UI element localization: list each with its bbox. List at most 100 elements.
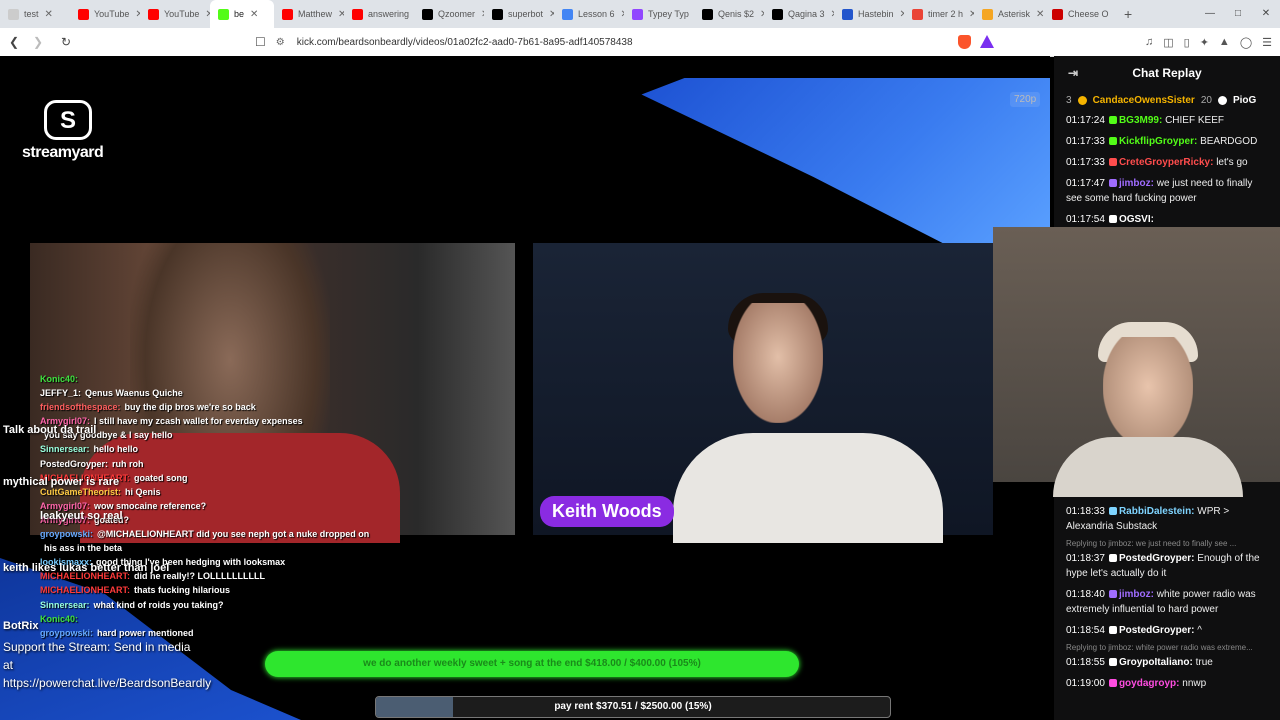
tab-close-icon[interactable]: ✕ bbox=[250, 9, 258, 20]
camera-feed-right bbox=[993, 227, 1280, 497]
back-icon[interactable]: ❮ bbox=[4, 35, 24, 49]
browser-tab[interactable]: Cheese O✕ bbox=[1044, 0, 1114, 28]
browser-tab[interactable]: Typey Typ✕ bbox=[624, 0, 694, 28]
browser-tab[interactable]: Asterisk ✕ bbox=[974, 0, 1044, 28]
tab-label: answering bbox=[368, 9, 410, 19]
browser-tab[interactable]: YouTube ✕ bbox=[70, 0, 140, 28]
goal-bar: we do another weekly sweet + song at the… bbox=[265, 651, 799, 677]
close-window-icon[interactable]: ✕ bbox=[1252, 0, 1280, 28]
tab-favicon-icon bbox=[562, 8, 573, 20]
browser-tab[interactable]: test ✕ bbox=[0, 0, 70, 28]
browser-tab[interactable]: Qagina 3✕ bbox=[764, 0, 834, 28]
pinned-bar[interactable]: 3 CandaceOwensSister 20 PioG bbox=[1054, 90, 1280, 110]
message-username[interactable]: PostedGroyper: bbox=[1119, 625, 1195, 636]
tab-favicon-icon bbox=[912, 8, 923, 20]
wallet-icon[interactable]: ▯ bbox=[1184, 36, 1190, 49]
chat-message: 01:18:33 RabbiDalestein: WPR > Alexandria… bbox=[1054, 501, 1280, 537]
browser-tab[interactable]: Lesson 6✕ bbox=[554, 0, 624, 28]
bookmark-icon[interactable]: ☐ bbox=[255, 35, 266, 49]
message-username[interactable]: CreteGroyperRicky: bbox=[1119, 157, 1213, 168]
browser-tab[interactable]: Qenis $2✕ bbox=[694, 0, 764, 28]
browser-tab[interactable]: Matthew ✕ bbox=[274, 0, 344, 28]
message-text: nnwp bbox=[1182, 678, 1207, 689]
browser-tab[interactable]: answering✕ bbox=[344, 0, 414, 28]
brave-rewards-icon[interactable] bbox=[980, 35, 994, 48]
tab-label: Lesson 6 bbox=[578, 9, 615, 19]
message-timestamp: 01:19:00 bbox=[1066, 678, 1105, 689]
pinned-item: PioG bbox=[1232, 94, 1257, 106]
media-icon[interactable]: ♫ bbox=[1145, 36, 1153, 48]
vpn-icon[interactable]: ◯ bbox=[1240, 36, 1252, 49]
message-username[interactable]: OGSVI: bbox=[1119, 214, 1154, 225]
browser-tab[interactable]: superbot ✕ bbox=[484, 0, 554, 28]
overlay-chat-text: thats fucking hilarious bbox=[134, 585, 231, 596]
overlay-chat-user: CultGameTheorist: bbox=[40, 486, 122, 497]
tab-close-icon[interactable]: ✕ bbox=[45, 9, 53, 20]
tab-label: Qzoomer bbox=[438, 9, 476, 19]
tab-label: Asterisk bbox=[998, 9, 1031, 19]
browser-tab[interactable]: YouTube ✕ bbox=[140, 0, 210, 28]
collapse-chat-icon[interactable]: ⇥ bbox=[1068, 66, 1078, 80]
tab-favicon-icon bbox=[702, 8, 713, 20]
url-field[interactable]: kick.com/beardsonbeardly/videos/01a02fc2… bbox=[297, 37, 633, 48]
overlay-chat-line: Sinnersear: what kind of roids you taking… bbox=[40, 598, 420, 612]
streamyard-logo: S streamyard bbox=[22, 100, 117, 162]
overlay-chat-text: Qenus Waenus Quiche bbox=[85, 388, 183, 399]
overlay-chat-line: his ass in the beta bbox=[40, 541, 420, 555]
reply-context: Replying to jimboz: we just need to fina… bbox=[1066, 539, 1237, 548]
overlay-chat-line: Konic40: bbox=[40, 612, 420, 626]
maximize-icon[interactable]: □ bbox=[1224, 0, 1252, 28]
tab-favicon-icon bbox=[492, 8, 503, 20]
message-username[interactable]: jimboz: bbox=[1119, 589, 1154, 600]
brave-shield-icon[interactable] bbox=[958, 35, 971, 49]
menu-icon[interactable]: ☰ bbox=[1262, 36, 1272, 49]
overlay-chat-text: buy the dip bros we're so back bbox=[124, 402, 256, 413]
message-username[interactable]: RabbiDalestein: bbox=[1119, 506, 1195, 517]
video-player[interactable]: S streamyard 720p Keith Woods Konic40: JE… bbox=[0, 56, 1050, 720]
overlay-chat-text: hello hello bbox=[93, 444, 139, 455]
forward-icon[interactable]: ❯ bbox=[28, 35, 48, 49]
tab-label: superbot bbox=[508, 9, 544, 19]
chat-message: 01:19:00 goydagroyp: nnwp bbox=[1054, 673, 1280, 694]
message-timestamp: 01:17:47 bbox=[1066, 178, 1105, 189]
chat-message: 01:17:33 KickflipGroyper: BEARDGOD bbox=[1054, 131, 1280, 152]
message-timestamp: 01:17:24 bbox=[1066, 115, 1105, 126]
user-badge-icon bbox=[1108, 626, 1117, 635]
message-timestamp: 01:18:40 bbox=[1066, 589, 1105, 600]
rent-progress-bar: pay rent $370.51 / $2500.00 (15%) bbox=[375, 696, 891, 718]
tab-close-icon[interactable]: ✕ bbox=[1036, 9, 1044, 20]
user-badge-icon bbox=[1108, 658, 1117, 667]
overlay-chat-text: I still have my zcash wallet for everday… bbox=[94, 416, 303, 427]
background-wave bbox=[641, 78, 1050, 243]
tab-label: YouTube bbox=[94, 9, 130, 19]
browser-tab[interactable]: timer 2 h ✕ bbox=[904, 0, 974, 28]
message-username[interactable]: goydagroyp: bbox=[1119, 678, 1180, 689]
overlay-chat-user: JEFFY_1: bbox=[40, 388, 82, 399]
extensions-icon[interactable]: ▲ bbox=[1219, 36, 1230, 48]
overlay-chat-user: Sinnersear: bbox=[40, 444, 90, 455]
browser-tab[interactable]: Qzoomer✕ bbox=[414, 0, 484, 28]
message-text: CHIEF KEEF bbox=[1165, 115, 1224, 126]
message-username[interactable]: KickflipGroyper: bbox=[1119, 136, 1197, 147]
message-username[interactable]: jimboz: bbox=[1119, 178, 1154, 189]
site-info-icon[interactable]: ⚙ bbox=[276, 37, 285, 48]
minimize-icon[interactable]: — bbox=[1196, 0, 1224, 28]
user-badge-icon bbox=[1108, 179, 1117, 188]
message-username[interactable]: BG3M99: bbox=[1119, 115, 1162, 126]
message-username[interactable]: PostedGroyper: bbox=[1119, 553, 1195, 564]
tab-favicon-icon bbox=[1052, 8, 1063, 20]
new-tab-icon[interactable]: + bbox=[1124, 6, 1132, 22]
sidebar-icon[interactable]: ◫ bbox=[1163, 36, 1173, 49]
reload-icon[interactable]: ↻ bbox=[56, 35, 76, 49]
overlay-chat-line: you say goodbye & I say hello bbox=[40, 428, 420, 442]
tab-favicon-icon bbox=[842, 8, 853, 20]
tab-label: be bbox=[234, 9, 245, 19]
leo-icon[interactable]: ✦ bbox=[1200, 36, 1209, 49]
quality-badge[interactable]: 720p bbox=[1010, 92, 1041, 107]
user-badge-icon bbox=[1108, 554, 1117, 563]
message-username[interactable]: GroypoItaliano: bbox=[1119, 657, 1193, 668]
overlay-chat-user: groypowski: bbox=[40, 627, 94, 638]
tab-label: Hastebin bbox=[858, 9, 894, 19]
browser-tab[interactable]: Hastebin ✕ bbox=[834, 0, 904, 28]
browser-tab[interactable]: be ✕ bbox=[210, 0, 274, 28]
